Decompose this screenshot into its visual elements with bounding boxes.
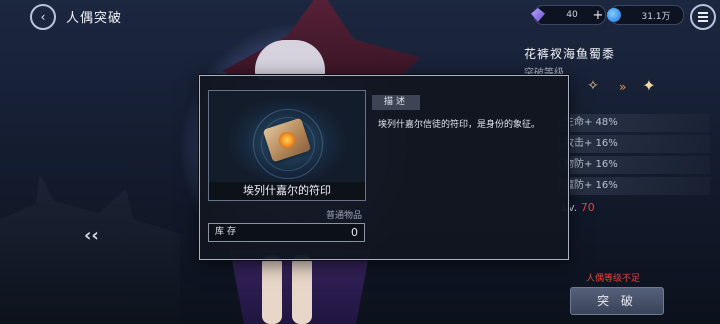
character-leg (292, 255, 312, 324)
back-button[interactable]: ‹ (30, 4, 56, 30)
add-crystal-button[interactable]: + (591, 8, 605, 23)
rank-next-icon: ✦ (642, 76, 656, 95)
back-arrow-icon: ‹ (40, 10, 46, 24)
crystal-resource: 40 + (531, 5, 606, 25)
stock-label: 库存 (215, 227, 240, 237)
stock-box: 库存 0 (208, 223, 365, 242)
previous-arrow-icon[interactable]: ‹‹ (84, 225, 99, 246)
level-warning: 人偶等级不足 (586, 274, 641, 284)
character-leg (262, 255, 282, 324)
orb-resource: 31.1万 (607, 5, 684, 25)
stock-value: 0 (351, 226, 358, 239)
required-level-value: 70 (580, 201, 595, 214)
stat-physical-defense: 物防+ 16% (558, 156, 710, 174)
item-name: 埃列什嘉尔的符印 (208, 182, 366, 201)
menu-button[interactable] (690, 4, 716, 30)
rank-current-icon: ✧ (587, 78, 599, 94)
crystal-count: 40 (566, 10, 578, 20)
stat-hp: 生命+ 48% (558, 114, 710, 132)
description-tag: 描述 (372, 95, 420, 110)
puppet-name: 花裤衩海鱼蜀黍 (524, 47, 616, 61)
stat-attack: 攻击+ 16% (558, 135, 710, 153)
stat-magic-defense: 魔防+ 16% (558, 177, 710, 195)
rank-arrow-icon: » (619, 80, 627, 94)
item-type: 普通物品 (325, 211, 362, 221)
description-text: 埃列什嘉尔信徒的符印，是身份的象征。 (378, 120, 541, 130)
menu-icon (698, 12, 708, 14)
item-detail-dialog[interactable]: 埃列什嘉尔的符印 普通物品 库存 0 描述 埃列什嘉尔信徒的符印，是身份的象征。 (199, 75, 569, 260)
breakthrough-button[interactable]: 突 破 (570, 287, 664, 315)
orb-count: 31.1万 (641, 11, 671, 22)
page-title: 人偶突破 (66, 11, 123, 26)
orb-icon (607, 8, 621, 22)
castle-silhouette (0, 174, 180, 324)
